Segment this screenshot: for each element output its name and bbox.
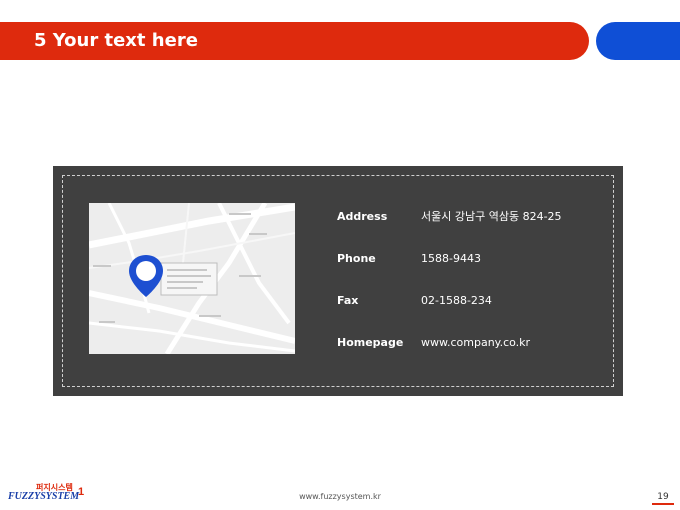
phone-label: Phone: [337, 252, 376, 265]
address-label: Address: [337, 210, 388, 223]
address-value: 서울시 강남구 역삼동 824-25: [421, 210, 562, 223]
phone-value: 1588-9443: [421, 252, 481, 265]
location-pin-icon: [129, 255, 163, 297]
title-bar: 5 Your text here: [0, 22, 589, 60]
accent-pill: [596, 22, 680, 60]
page-title: 5 Your text here: [34, 30, 198, 51]
homepage-link[interactable]: www.company.co.kr: [421, 334, 530, 352]
footer-url[interactable]: www.fuzzysystem.kr: [0, 492, 680, 501]
homepage-label: Homepage: [337, 336, 404, 349]
fax-value: 02-1588-234: [421, 294, 492, 307]
contact-card: Address 서울시 강남구 역삼동 824-25 Phone 1588-94…: [53, 166, 623, 396]
fax-label: Fax: [337, 294, 359, 307]
page-number: 19: [652, 492, 674, 505]
map-image: [89, 203, 295, 354]
